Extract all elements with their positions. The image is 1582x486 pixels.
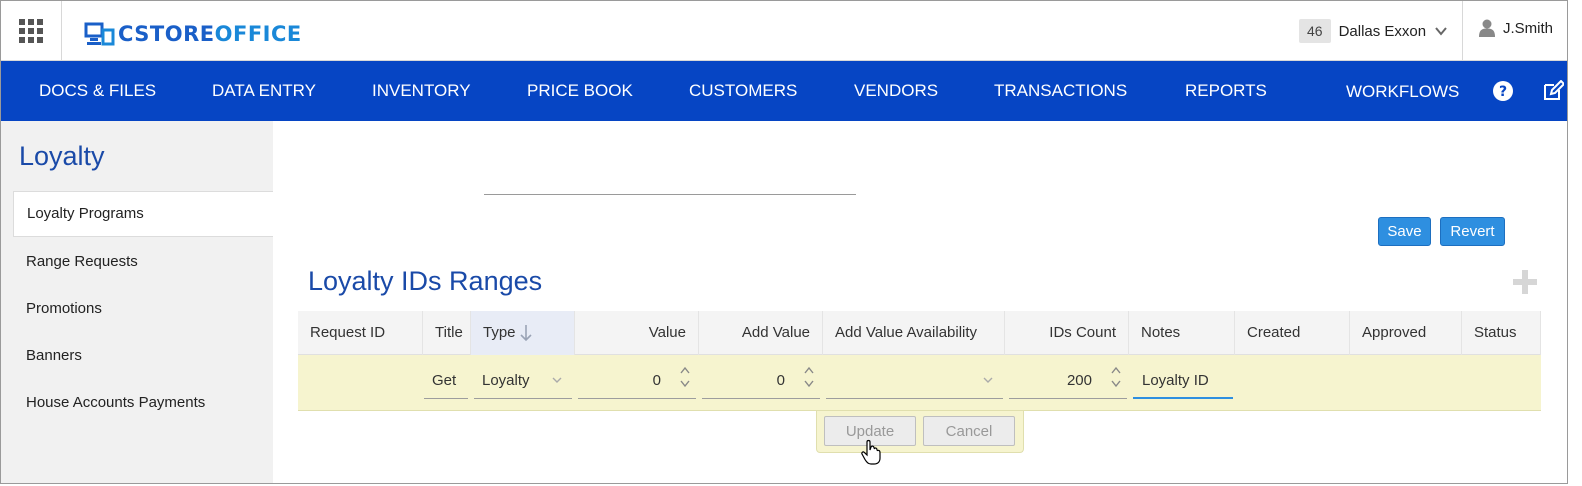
column-header-add-value[interactable]: Add Value [699,311,823,355]
revert-button[interactable]: Revert [1440,217,1505,246]
user-menu[interactable]: J.Smith [1479,19,1553,37]
cancel-button[interactable]: Cancel [923,416,1015,446]
nav-vendors[interactable]: VENDORS [854,61,938,121]
column-header-add-value-availability[interactable]: Add Value Availability [823,311,1005,355]
nav-price-book[interactable]: PRICE BOOK [527,61,633,121]
column-header-ids-count[interactable]: IDs Count [1005,311,1129,355]
title-input[interactable]: Get [424,363,468,399]
main-content: Save Revert Loyalty IDs Ranges Request I… [273,121,1567,483]
store-number-badge: 46 [1299,19,1331,43]
store-name: Dallas Exxon [1338,22,1427,40]
spinner-arrows-icon[interactable] [1111,365,1121,389]
spinner-arrows-icon[interactable] [804,365,814,389]
svg-text:?: ? [1499,84,1507,100]
column-header-notes[interactable]: Notes [1129,311,1235,355]
grid-edit-row: Get Loyalty 0 0 200 Loyalty ID [298,355,1541,411]
section-title: Loyalty IDs Ranges [308,266,543,296]
column-header-request-id[interactable]: Request ID [298,311,423,355]
column-header-type[interactable]: Type [471,311,575,355]
nav-transactions[interactable]: TRANSACTIONS [994,61,1127,121]
save-button[interactable]: Save [1378,217,1431,246]
column-header-value[interactable]: Value [575,311,699,355]
hand-cursor-icon [861,439,881,465]
app-launcher-button[interactable] [1,1,62,61]
column-header-type-label: Type [483,324,516,341]
nav-workflows[interactable]: WORKFLOWS [1346,62,1459,122]
chevron-down-icon [983,377,993,383]
column-header-title[interactable]: Title [423,311,471,355]
user-icon [1479,19,1495,37]
logo-text: CSTOREOFFICE [118,22,302,46]
grid-header: Request ID Title Type Value Add Value Ad… [298,311,1541,355]
sidebar-title: Loyalty [19,141,105,171]
value-stepper-value: 0 [652,372,661,389]
sidebar-item-promotions[interactable]: Promotions [13,286,273,332]
app-frame: CSTOREOFFICE 46 Dallas Exxon J.Smith DOC… [0,0,1568,484]
spinner-arrows-icon[interactable] [680,365,690,389]
edit-icon[interactable] [1542,80,1564,102]
sidebar-item-range-requests[interactable]: Range Requests [13,239,273,285]
help-icon[interactable]: ? [1492,80,1514,102]
add-value-stepper[interactable]: 0 [702,363,820,399]
chevron-down-icon [1435,27,1447,36]
sidebar-item-banners[interactable]: Banners [13,333,273,379]
sidebar-item-house-accounts-payments[interactable]: House Accounts Payments [13,380,273,426]
row-edit-actions: Update Cancel [816,411,1024,453]
header-divider [1462,1,1463,61]
user-name: J.Smith [1503,19,1554,37]
logo-mark-icon [84,22,115,46]
top-header: CSTOREOFFICE 46 Dallas Exxon J.Smith [1,1,1567,61]
ids-count-stepper[interactable]: 200 [1009,363,1127,399]
sort-down-arrow-icon [520,325,532,342]
add-icon[interactable] [1511,268,1539,296]
column-header-created[interactable]: Created [1235,311,1350,355]
nav-docs-files[interactable]: DOCS & FILES [39,61,156,121]
ids-count-stepper-value: 200 [1066,372,1092,389]
nav-customers[interactable]: CUSTOMERS [689,61,797,121]
type-dropdown-value: Loyalty [482,372,530,389]
sidebar: Loyalty Loyalty Programs Range Requests … [1,121,273,483]
notes-input[interactable]: Loyalty ID [1133,363,1233,399]
cstore-office-logo[interactable]: CSTOREOFFICE [84,20,302,48]
apps-grid-icon [19,19,43,43]
chevron-down-icon [552,377,562,383]
column-header-status[interactable]: Status [1462,311,1541,355]
type-dropdown[interactable]: Loyalty [474,363,572,399]
nav-inventory[interactable]: INVENTORY [372,61,471,121]
nav-data-entry[interactable]: DATA ENTRY [212,61,316,121]
column-header-approved[interactable]: Approved [1350,311,1462,355]
program-name-field[interactable] [484,194,856,195]
sidebar-item-loyalty-programs[interactable]: Loyalty Programs [13,191,273,237]
nav-reports[interactable]: REPORTS [1185,61,1267,121]
add-value-stepper-value: 0 [776,372,785,389]
value-stepper[interactable]: 0 [578,363,696,399]
store-selector[interactable]: 46 Dallas Exxon [1299,18,1448,44]
add-value-availability-dropdown[interactable] [826,363,1003,399]
main-nav: DOCS & FILES DATA ENTRY INVENTORY PRICE … [1,61,1567,122]
